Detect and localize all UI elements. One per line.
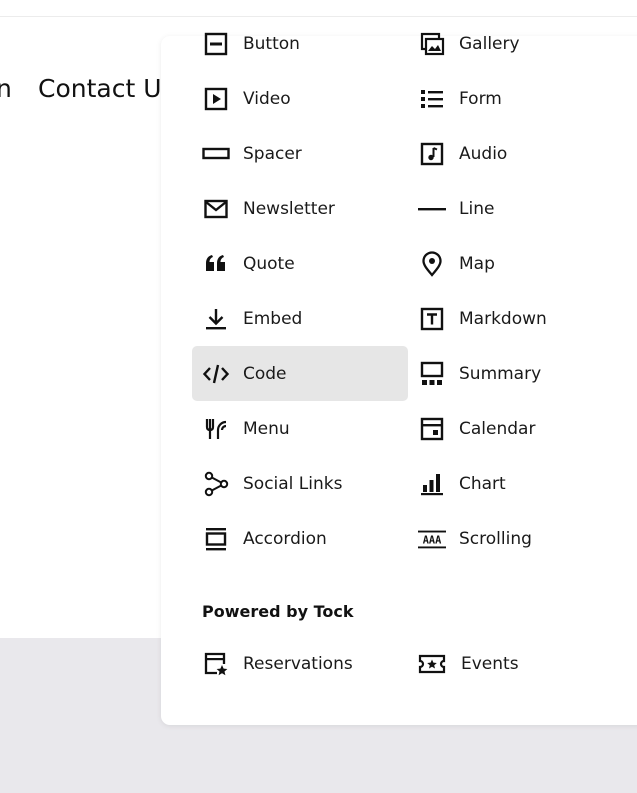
block-reservations[interactable]: Reservations [202,636,402,691]
block-label: Form [459,88,502,109]
audio-icon [418,140,446,168]
block-events[interactable]: Events [418,636,618,691]
block-newsletter[interactable]: Newsletter [202,181,402,236]
powered-by-heading: Powered by Tock [202,602,354,621]
block-label: Accordion [243,528,327,549]
quote-icon [202,250,230,278]
gallery-icon [418,30,446,58]
menu-icon [202,415,230,443]
code-icon [202,360,230,388]
block-label: Summary [459,363,542,384]
spacer-icon [202,140,230,168]
svg-text:AAA: AAA [423,534,442,546]
block-line[interactable]: Line [418,181,618,236]
block-gallery[interactable]: Gallery [418,16,618,71]
block-label: Chart [459,473,506,494]
block-spacer[interactable]: Spacer [202,126,402,181]
block-label: Scrolling [459,528,532,549]
block-label: Map [459,253,495,274]
video-icon [202,85,230,113]
form-icon [418,85,446,113]
block-code[interactable]: Code [192,346,408,401]
block-summary[interactable]: Summary [418,346,618,401]
block-label: Newsletter [243,198,335,219]
block-form[interactable]: Form [418,71,618,126]
block-label: Line [459,198,495,219]
newsletter-icon [202,195,230,223]
block-map[interactable]: Map [418,236,618,291]
block-label: Events [461,653,519,674]
block-label: Calendar [459,418,536,439]
nav-link-contact[interactable]: Contact U [38,74,162,103]
chart-icon [418,470,446,498]
block-label: Spacer [243,143,302,164]
events-icon [418,650,446,678]
block-label: Menu [243,418,290,439]
map-icon [418,250,446,278]
summary-icon [418,360,446,388]
embed-icon [202,305,230,333]
block-label: Button [243,33,300,54]
block-label: Embed [243,308,303,329]
block-label: Video [243,88,291,109]
block-label: Reservations [243,653,353,674]
block-menu[interactable]: Menu [202,401,402,456]
block-embed[interactable]: Embed [202,291,402,346]
block-markdown[interactable]: Markdown [418,291,618,346]
block-scrolling[interactable]: AAA Scrolling [418,511,618,566]
social-links-icon [202,470,230,498]
block-label: Gallery [459,33,520,54]
block-video[interactable]: Video [202,71,402,126]
block-label: Code [243,363,287,384]
block-chart[interactable]: Chart [418,456,618,511]
block-label: Markdown [459,308,547,329]
block-audio[interactable]: Audio [418,126,618,181]
block-quote[interactable]: Quote [202,236,402,291]
scrolling-icon: AAA [418,525,446,553]
block-label: Quote [243,253,295,274]
accordion-icon [202,525,230,553]
calendar-icon [418,415,446,443]
nav-link-fragment[interactable]: n [0,74,12,103]
block-accordion[interactable]: Accordion [202,511,402,566]
block-calendar[interactable]: Calendar [418,401,618,456]
block-social-links[interactable]: Social Links [202,456,402,511]
markdown-icon [418,305,446,333]
block-label: Audio [459,143,508,164]
reservations-icon [202,650,230,678]
block-button[interactable]: Button [202,16,402,71]
button-icon [202,30,230,58]
block-label: Social Links [243,473,343,494]
line-icon [418,195,446,223]
